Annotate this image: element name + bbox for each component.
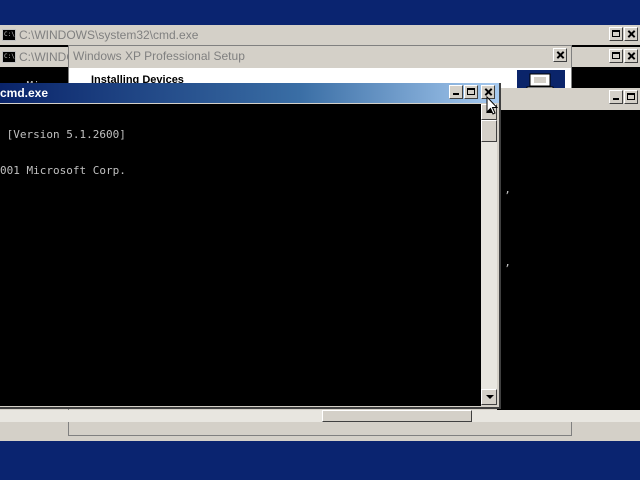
console-mark: ’ xyxy=(504,262,511,275)
close-icon[interactable] xyxy=(624,49,638,63)
back-cmd-title-buttons xyxy=(609,27,638,41)
right-cmd-title-buttons xyxy=(609,90,638,104)
cmd-icon: C:\ xyxy=(2,51,16,63)
front-cmd-title: cmd.exe xyxy=(0,86,49,100)
console-mark: ’ xyxy=(504,189,511,202)
vertical-scrollbar[interactable] xyxy=(481,104,497,405)
front-cmd-titlebar[interactable]: cmd.exe xyxy=(0,83,499,103)
front-cmd-console[interactable]: [Version 5.1.2600] 001 Microsoft Corp. xyxy=(0,104,481,406)
close-icon[interactable] xyxy=(624,27,638,41)
cmd-icon: C:\ xyxy=(2,29,16,41)
close-icon[interactable] xyxy=(553,48,567,62)
setup-title: Windows XP Professional Setup xyxy=(73,49,245,63)
vertical-scrollbar-thumb[interactable] xyxy=(481,120,497,142)
minimize-icon[interactable] xyxy=(449,85,463,99)
console-line: [Version 5.1.2600] xyxy=(0,128,126,141)
mid-cmd-title-buttons xyxy=(609,49,638,63)
maximize-icon[interactable] xyxy=(609,49,623,63)
mouse-pointer-icon xyxy=(486,96,498,115)
horizontal-scrollbar[interactable] xyxy=(0,410,640,422)
back-cmd-titlebar[interactable]: C:\ C:\WINDOWS\system32\cmd.exe xyxy=(0,25,640,45)
right-cmd-console[interactable]: ’ ’ xyxy=(497,110,640,410)
horizontal-scrollbar-thumb[interactable] xyxy=(322,410,472,422)
scroll-down-arrow-icon[interactable] xyxy=(481,389,497,405)
maximize-icon[interactable] xyxy=(609,27,623,41)
minimize-icon[interactable] xyxy=(609,90,623,104)
front-cmd-window[interactable]: cmd.exe [Version 5.1.2600] 001 Microsoft… xyxy=(0,83,501,409)
setup-titlebar[interactable]: Windows XP Professional Setup xyxy=(69,46,571,66)
back-cmd-title: C:\WINDOWS\system32\cmd.exe xyxy=(19,28,199,42)
right-cmd-window[interactable]: ’ ’ xyxy=(497,88,640,410)
console-line: 001 Microsoft Corp. xyxy=(0,164,126,177)
setup-title-buttons xyxy=(553,48,567,62)
maximize-icon[interactable] xyxy=(464,85,478,99)
maximize-icon[interactable] xyxy=(624,90,638,104)
